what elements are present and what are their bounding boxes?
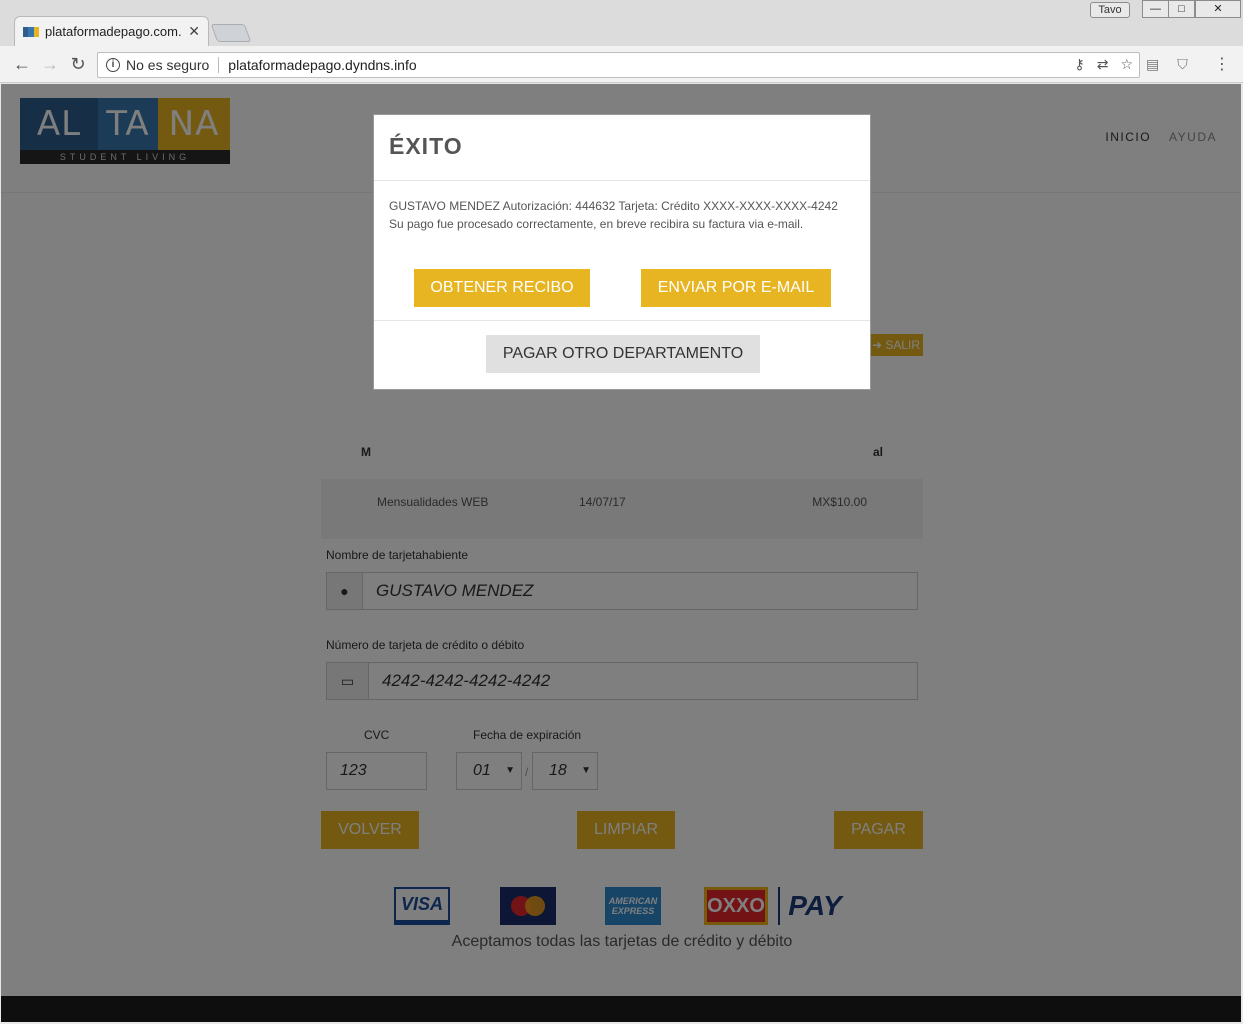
maximize-button[interactable]: □ <box>1168 0 1195 18</box>
success-modal: ÉXITO GUSTAVO MENDEZ Autorización: 44463… <box>373 114 871 390</box>
back-arrow-icon[interactable]: ← <box>12 54 32 75</box>
info-icon[interactable]: i <box>106 58 120 72</box>
url-text[interactable]: plataformadepago.dyndns.info <box>228 57 416 73</box>
translate-icon[interactable]: ⇄ <box>1097 56 1109 73</box>
reload-icon[interactable]: ↻ <box>68 54 88 75</box>
key-icon[interactable]: ⚷ <box>1074 56 1084 73</box>
bookmark-star-icon[interactable]: ☆ <box>1120 56 1133 73</box>
confirmation-text: Su pago fue procesado correctamente, en … <box>389 217 804 231</box>
modal-header: ÉXITO <box>374 115 870 181</box>
get-receipt-button[interactable]: OBTENER RECIBO <box>414 269 590 307</box>
modal-title: ÉXITO <box>389 133 463 159</box>
profile-button[interactable]: Tavo <box>1090 2 1130 18</box>
browser-titlebar: plataformadepago.com. ✕ Tavo — □ ✕ <box>0 0 1243 46</box>
close-window-button[interactable]: ✕ <box>1195 0 1241 18</box>
browser-menu-icon[interactable]: ⋮ <box>1214 54 1230 74</box>
omnibox-divider <box>218 57 220 73</box>
forward-arrow-icon[interactable]: → <box>40 54 60 75</box>
tab-title: plataformadepago.com. <box>45 24 182 39</box>
pay-other-apartment-button[interactable]: PAGAR OTRO DEPARTAMENTO <box>486 335 760 373</box>
send-email-button[interactable]: ENVIAR POR E-MAIL <box>641 269 831 307</box>
browser-tab[interactable]: plataformadepago.com. ✕ <box>14 16 209 46</box>
modal-body: GUSTAVO MENDEZ Autorización: 444632 Tarj… <box>374 181 870 321</box>
pdf-extension-icon[interactable]: ▤ <box>1146 56 1159 73</box>
new-tab-button[interactable] <box>210 24 252 42</box>
security-status[interactable]: No es seguro <box>126 57 209 73</box>
tab-close-icon[interactable]: ✕ <box>188 23 200 40</box>
minimize-button[interactable]: — <box>1142 0 1169 18</box>
site-favicon-icon <box>23 26 39 37</box>
browser-toolbar: ← → ↻ i No es seguro plataformadepago.dy… <box>0 46 1243 83</box>
modal-footer: PAGAR OTRO DEPARTAMENTO <box>374 321 870 389</box>
authorization-text: GUSTAVO MENDEZ Autorización: 444632 Tarj… <box>389 199 838 213</box>
address-bar[interactable]: i No es seguro plataformadepago.dyndns.i… <box>97 52 1140 78</box>
shield-extension-icon[interactable]: ⛉ <box>1177 56 1188 73</box>
